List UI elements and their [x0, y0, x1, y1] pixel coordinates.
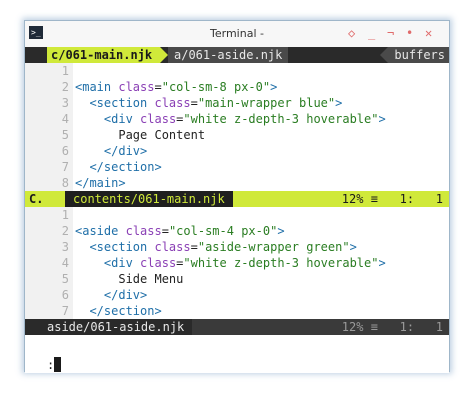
code-line[interactable]: 3 <section class="main-wrapper blue"> — [25, 95, 449, 111]
code-line[interactable]: 6 </div> — [25, 287, 449, 303]
code-text: <aside class="col-sm-4 px-0"> — [75, 224, 285, 238]
code-line[interactable]: 4 <div class="white z-depth-3 hoverable"… — [25, 255, 449, 271]
code-text: <div class="white z-depth-3 hoverable"> — [103, 112, 386, 126]
line-number: 7 — [61, 304, 69, 318]
sticky-icon[interactable]: • — [406, 25, 413, 41]
top-statusline: C. contents/061-main.njk 12% ≡ 1: 1 — [25, 191, 449, 207]
code-line[interactable]: 3 <section class="aside-wrapper green"> — [25, 239, 449, 255]
code-text: <div class="white z-depth-3 hoverable"> — [103, 256, 386, 270]
code-line[interactable]: 5 Side Menu — [25, 271, 449, 287]
code-text: <main class="col-sm-8 px-0"> — [75, 80, 278, 94]
line-number: 5 — [61, 128, 69, 142]
line-number: 3 — [61, 96, 69, 110]
code-line[interactable]: 7 </section> — [25, 303, 449, 319]
line-number: 6 — [61, 288, 69, 302]
mode-indicator: C. — [29, 192, 44, 206]
status-position: 12% ≡ 1: 1 — [334, 319, 449, 335]
status-filename: contents/061-main.njk — [65, 191, 233, 207]
status-equiv: ≡ — [370, 192, 378, 206]
code-line[interactable]: 5 Page Content — [25, 127, 449, 143]
status-percent: 12% — [341, 320, 364, 334]
line-number: 1 — [61, 208, 69, 222]
status-percent: 12% — [341, 192, 364, 206]
code-text: Side Menu — [75, 272, 184, 286]
tab-main[interactable]: c/061-main.njk — [47, 47, 169, 63]
code-text: </section> — [89, 304, 162, 318]
code-text: <section class="aside-wrapper green"> — [89, 240, 357, 254]
vim-editor[interactable]: c/061-main.njk a/061-aside.njk buffers 1… — [25, 47, 449, 373]
line-number: 1 — [61, 64, 69, 78]
line-number: 7 — [61, 160, 69, 174]
code-line[interactable]: 7 </section> — [25, 159, 449, 175]
code-line[interactable]: 4 <div class="white z-depth-3 hoverable"… — [25, 111, 449, 127]
close-icon[interactable]: ✕ — [425, 25, 432, 41]
status-col: 1 — [435, 192, 443, 206]
minimize-icon[interactable]: _ — [368, 25, 375, 41]
status-position: 12% ≡ 1: 1 — [334, 191, 449, 207]
status-equiv: ≡ — [370, 320, 378, 334]
tab-line: c/061-main.njk a/061-aside.njk buffers — [25, 47, 449, 63]
cursor — [54, 357, 61, 372]
code-line[interactable]: 1 — [25, 207, 449, 223]
line-number: 8 — [61, 176, 69, 190]
line-number: 4 — [61, 112, 69, 126]
line-number: 3 — [61, 240, 69, 254]
code-line[interactable]: 6 </div> — [25, 143, 449, 159]
status-col: 1 — [435, 320, 443, 334]
shade-icon[interactable]: ◇ — [348, 25, 355, 41]
maximize-icon[interactable]: ¬ — [387, 25, 394, 41]
code-text: </main> — [75, 176, 126, 190]
code-line[interactable]: 2 <main class="col-sm-8 px-0"> — [25, 79, 449, 95]
code-text: </section> — [89, 160, 162, 174]
code-text: Page Content — [75, 128, 206, 142]
window-title: Terminal - — [210, 27, 264, 40]
line-number: 2 — [61, 224, 69, 238]
code-text: <section class="main-wrapper blue"> — [89, 96, 343, 110]
line-number: 5 — [61, 272, 69, 286]
code-line[interactable]: 1 — [25, 63, 449, 79]
title-bar: >_ Terminal - ◇ _ ¬ • ✕ — [25, 21, 449, 47]
line-number: 6 — [61, 144, 69, 158]
terminal-window: >_ Terminal - ◇ _ ¬ • ✕ c/061-main.njk a… — [24, 20, 450, 373]
status-line: 1: — [399, 320, 415, 334]
code-line[interactable]: 8 </main> — [25, 175, 449, 191]
tab-aside[interactable]: a/061-aside.njk — [168, 47, 289, 63]
line-number: 2 — [61, 80, 69, 94]
code-text: </div> — [103, 144, 148, 158]
code-line[interactable]: 2 <aside class="col-sm-4 px-0"> — [25, 223, 449, 239]
bottom-statusline: aside/061-aside.njk 12% ≡ 1: 1 — [25, 319, 449, 335]
buffers-label: buffers — [380, 47, 449, 63]
line-number: 4 — [61, 256, 69, 270]
status-line: 1: — [399, 192, 415, 206]
code-text: </div> — [103, 288, 148, 302]
status-filename: aside/061-aside.njk — [25, 319, 193, 335]
